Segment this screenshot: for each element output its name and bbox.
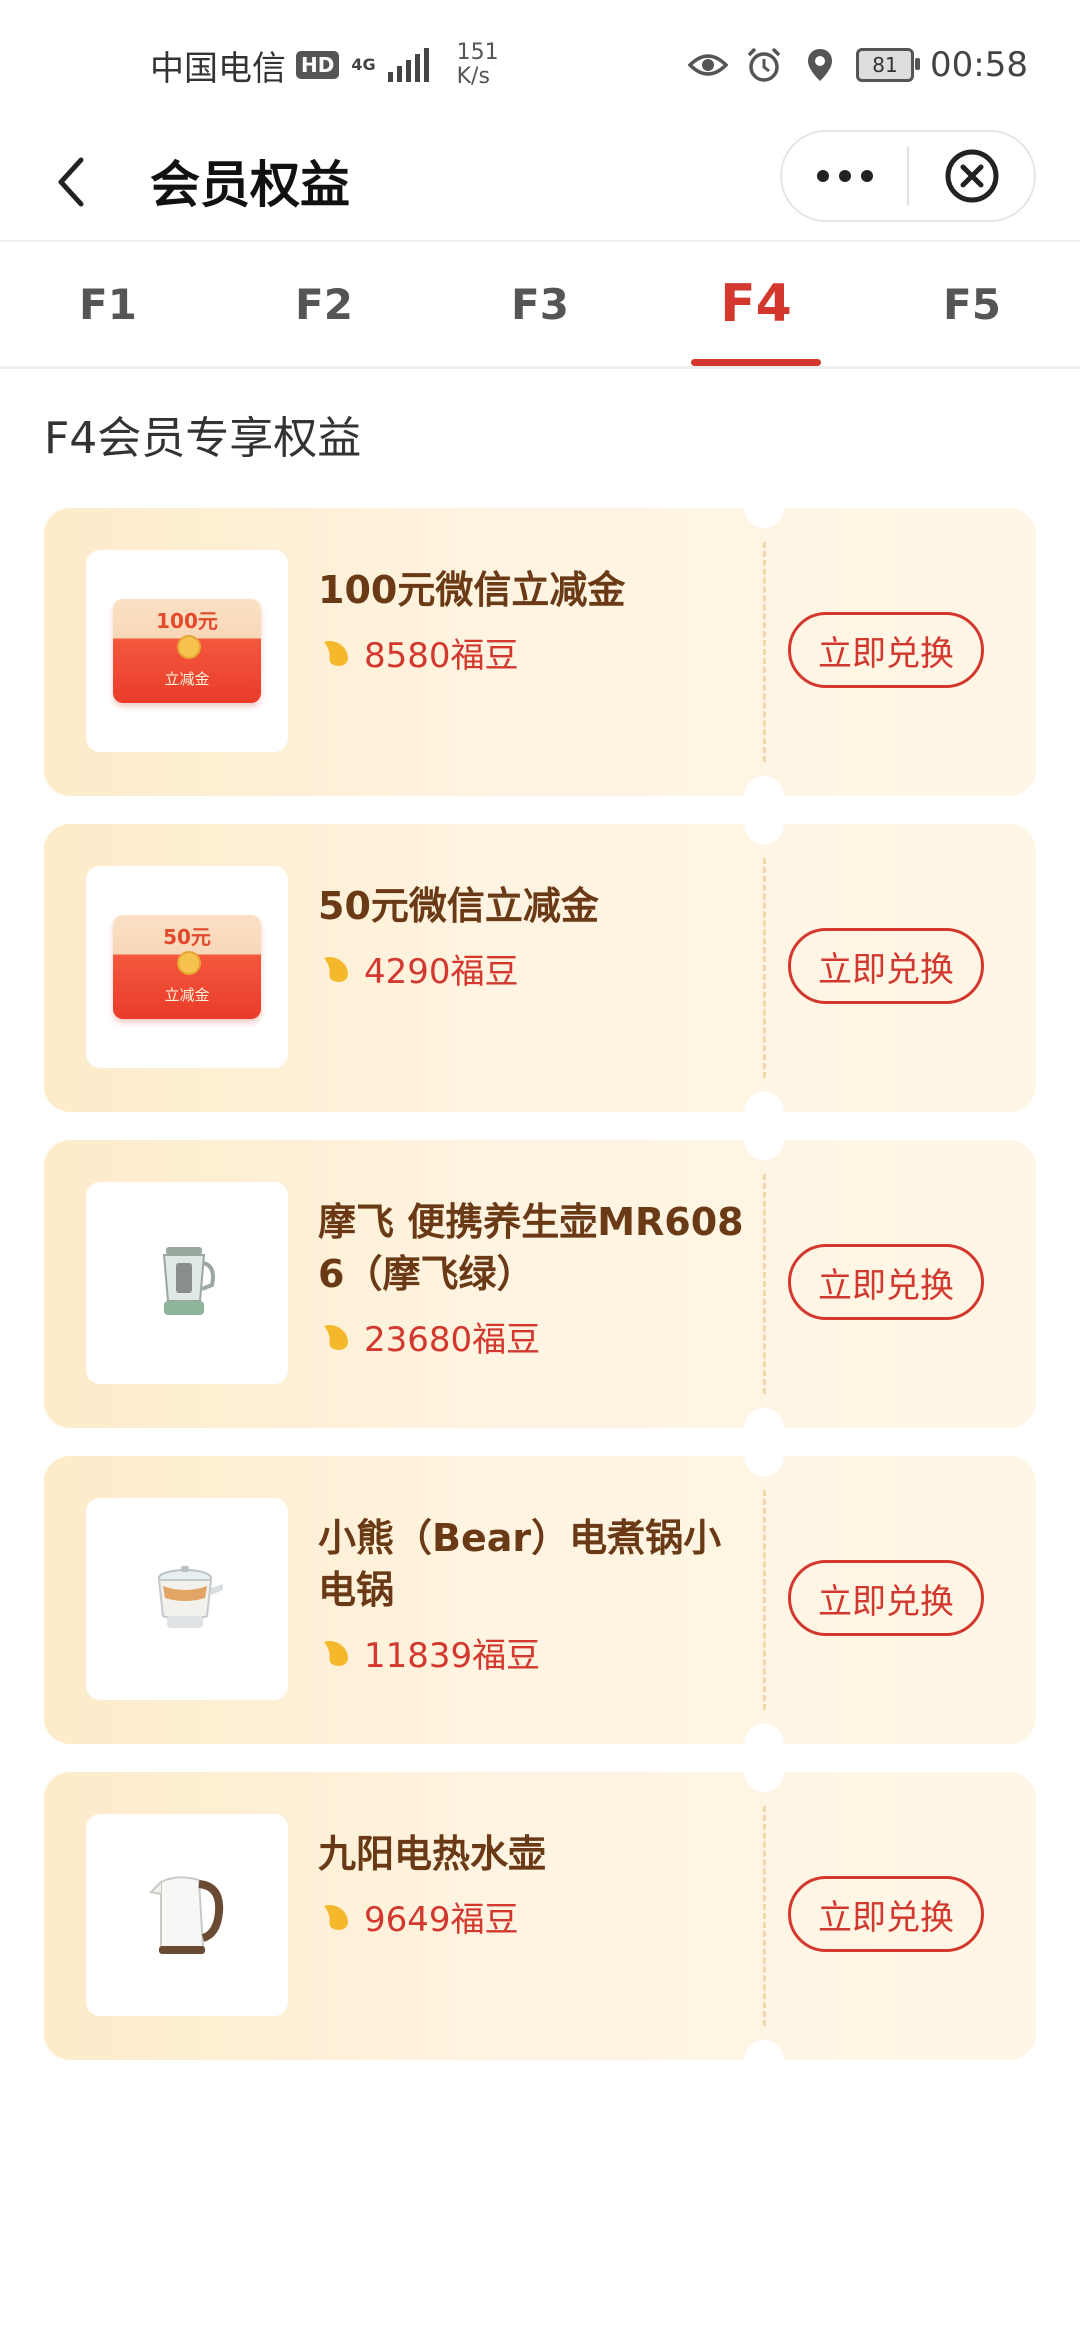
benefit-card: 50元 立减金 50元微信立减金 4290福豆 立即兑换 xyxy=(44,804,1036,1132)
network-speed: 151 K/s xyxy=(457,41,499,89)
item-price: 8580福豆 xyxy=(318,628,748,677)
tab-f1[interactable]: F1 xyxy=(0,242,216,366)
hd-badge: HD xyxy=(296,51,340,79)
close-circle-icon xyxy=(945,149,998,203)
electric-pot-icon xyxy=(157,1566,223,1628)
back-button[interactable] xyxy=(40,152,100,212)
price-text: 11839福豆 xyxy=(364,1636,541,1676)
bean-icon xyxy=(324,1904,348,1930)
health-kettle-icon xyxy=(162,1247,215,1315)
item-thumbnail xyxy=(86,1182,288,1384)
benefit-card: 九阳电热水壶 9649福豆 立即兑换 xyxy=(44,1752,1036,2080)
item-price: 4290福豆 xyxy=(318,944,748,993)
bean-icon xyxy=(324,1640,348,1666)
price-text: 4290福豆 xyxy=(364,952,519,992)
envelope-label: 立减金 xyxy=(164,986,210,1004)
ticket-divider xyxy=(763,1806,766,2026)
item-info: 摩飞 便携养生壶MR6086（摩飞绿） 23680福豆 xyxy=(318,1196,748,1361)
tab-f5[interactable]: F5 xyxy=(864,242,1080,366)
redeem-button[interactable]: 立即兑换 xyxy=(788,1560,984,1636)
item-thumbnail xyxy=(86,1814,288,2016)
chevron-left-icon xyxy=(58,157,84,207)
network-type: 4G xyxy=(351,55,376,74)
item-name: 50元微信立减金 xyxy=(318,884,599,928)
network-indicator: 4G xyxy=(351,56,375,74)
coin-icon xyxy=(177,951,201,975)
item-info: 100元微信立减金 8580福豆 xyxy=(318,564,748,677)
status-right: 81 00:58 xyxy=(688,45,1028,85)
item-thumbnail xyxy=(86,1498,288,1700)
redeem-button[interactable]: 立即兑换 xyxy=(788,612,984,688)
benefit-card: 小熊（Bear）电煮锅小电锅 11839福豆 立即兑换 xyxy=(44,1436,1036,1764)
benefit-card: 摩飞 便携养生壶MR6086（摩飞绿） 23680福豆 立即兑换 xyxy=(44,1120,1036,1448)
miniprogram-capsule xyxy=(780,130,1036,222)
price-text: 9649福豆 xyxy=(364,1900,519,1940)
signal-icon xyxy=(387,48,429,82)
envelope-amount: 100元 xyxy=(156,609,218,633)
item-name: 100元微信立减金 xyxy=(318,568,626,612)
benefit-list: 100元 立减金 100元微信立减金 8580福豆 立即兑换 50元 立减金 5 xyxy=(44,488,1036,2088)
speed-value: 151 xyxy=(456,40,499,65)
red-envelope-image: 100元 立减金 xyxy=(113,599,261,703)
item-name: 小熊（Bear）电煮锅小电锅 xyxy=(318,1516,722,1612)
tab-f3[interactable]: F3 xyxy=(432,242,648,366)
ticket-divider xyxy=(763,858,766,1078)
bean-icon xyxy=(324,640,348,666)
item-thumbnail: 100元 立减金 xyxy=(86,550,288,752)
item-price: 11839福豆 xyxy=(318,1628,748,1677)
envelope-amount: 50元 xyxy=(163,925,211,949)
level-tabs: F1 F2 F3 F4 F5 xyxy=(0,240,1080,369)
close-button[interactable] xyxy=(909,132,1034,220)
header: 会员权益 xyxy=(0,130,1080,240)
tab-f4[interactable]: F4 xyxy=(648,242,864,366)
item-price: 9649福豆 xyxy=(318,1892,748,1941)
redeem-button[interactable]: 立即兑换 xyxy=(788,1876,984,1952)
ticket-divider xyxy=(763,542,766,762)
item-price: 23680福豆 xyxy=(318,1312,748,1361)
carrier-name: 中国电信 xyxy=(150,48,286,89)
eye-icon xyxy=(688,45,729,85)
item-info: 小熊（Bear）电煮锅小电锅 11839福豆 xyxy=(318,1512,748,1677)
item-info: 九阳电热水壶 9649福豆 xyxy=(318,1828,748,1941)
battery-level: 81 xyxy=(872,53,898,77)
red-envelope-image: 50元 立减金 xyxy=(113,915,261,1019)
clock: 00:58 xyxy=(930,45,1028,85)
price-text: 23680福豆 xyxy=(364,1320,541,1360)
page-title: 会员权益 xyxy=(150,156,350,214)
alarm-icon xyxy=(744,45,784,85)
battery-icon: 81 xyxy=(856,48,921,82)
more-button[interactable] xyxy=(782,132,907,220)
electric-kettle-icon xyxy=(148,1876,224,1954)
ticket-divider xyxy=(763,1174,766,1394)
redeem-button[interactable]: 立即兑换 xyxy=(788,1244,984,1320)
item-info: 50元微信立减金 4290福豆 xyxy=(318,880,748,993)
item-name: 九阳电热水壶 xyxy=(318,1832,547,1876)
item-thumbnail: 50元 立减金 xyxy=(86,866,288,1068)
coin-icon xyxy=(177,635,201,659)
tab-f2[interactable]: F2 xyxy=(216,242,432,366)
ticket-divider xyxy=(763,1490,766,1710)
status-left: 中国电信 HD 4G 151 K/s xyxy=(150,41,499,90)
more-dots-icon xyxy=(816,170,873,182)
benefit-card: 100元 立减金 100元微信立减金 8580福豆 立即兑换 xyxy=(44,488,1036,816)
price-text: 8580福豆 xyxy=(364,636,519,676)
redeem-button[interactable]: 立即兑换 xyxy=(788,928,984,1004)
bean-icon xyxy=(324,956,348,982)
speed-unit: K/s xyxy=(456,64,490,89)
section-title: F4会员专享权益 xyxy=(44,413,362,464)
item-name: 摩飞 便携养生壶MR6086（摩飞绿） xyxy=(318,1200,744,1296)
envelope-label: 立减金 xyxy=(164,670,210,688)
location-icon xyxy=(800,45,840,85)
bean-icon xyxy=(324,1324,348,1350)
status-bar: 中国电信 HD 4G 151 K/s 81 00:58 xyxy=(0,0,1080,130)
